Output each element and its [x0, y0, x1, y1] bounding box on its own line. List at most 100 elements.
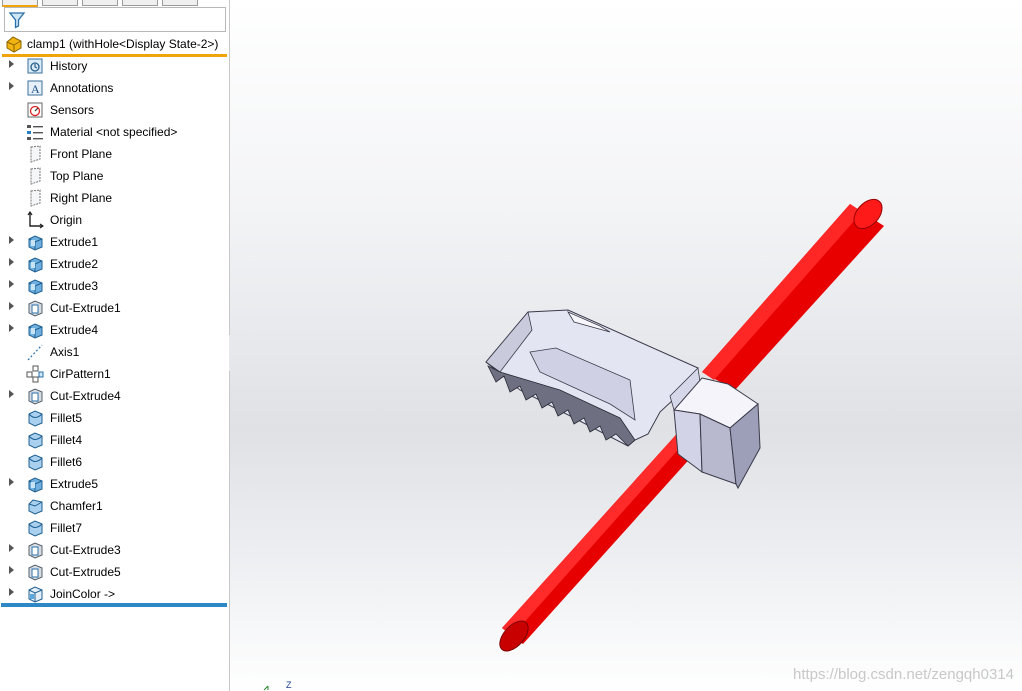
- model-view: [485, 198, 884, 652]
- axis-icon: [27, 344, 43, 361]
- rod-lower: [499, 427, 703, 652]
- sensors-icon: [27, 102, 43, 118]
- cut-extrude-icon: [28, 564, 43, 581]
- feature-manager-tree: clamp1 (withHole<Display State-2>) Histo…: [0, 0, 230, 691]
- plane-icon: [30, 189, 41, 207]
- rod-upper: [702, 198, 884, 390]
- tree-root-part[interactable]: clamp1 (withHole<Display State-2>): [0, 33, 229, 55]
- fillet-icon: [28, 432, 43, 449]
- rollback-bar[interactable]: [1, 603, 227, 607]
- plane-icon: [30, 167, 41, 185]
- tree-item-history[interactable]: History: [0, 55, 229, 77]
- tree-item-label: Axis1: [50, 345, 80, 359]
- origin-icon: [27, 211, 44, 229]
- tree-item-fillet6[interactable]: Fillet6: [0, 451, 229, 473]
- tree-item-cut-extrude5[interactable]: Cut-Extrude5: [0, 561, 229, 583]
- part-icon: [6, 36, 22, 53]
- tree-item-label: Cut-Extrude1: [50, 301, 121, 315]
- tree-item-label: Extrude2: [50, 257, 99, 271]
- tree-item-label: History: [50, 59, 88, 73]
- joincolor-icon: [28, 586, 43, 603]
- tree-item-extrude5[interactable]: Extrude5: [0, 473, 229, 495]
- tree-item-label: Cut-Extrude5: [50, 565, 121, 579]
- tree-item-cut-extrude4[interactable]: Cut-Extrude4: [0, 385, 229, 407]
- tab-display-manager[interactable]: [162, 0, 198, 6]
- filter-icon[interactable]: [8, 11, 26, 29]
- material-icon: [27, 125, 43, 140]
- history-icon: [27, 58, 43, 74]
- tree-item-label: Right Plane: [50, 191, 113, 205]
- expand-arrow-icon[interactable]: [9, 544, 14, 552]
- cut-extrude-icon: [28, 388, 43, 405]
- tree-item-label: Fillet6: [50, 455, 83, 469]
- watermark-text: https://blog.csdn.net/zengqh0314: [792, 666, 1014, 683]
- tab-dimxpert-manager[interactable]: [122, 0, 158, 6]
- tree-item-label: Sensors: [50, 103, 95, 117]
- tree-item-label: Material <not specified>: [50, 125, 178, 139]
- tree-item-label: Fillet4: [50, 433, 83, 447]
- tab-property-manager[interactable]: [42, 0, 78, 6]
- cirpattern-icon: [26, 365, 44, 383]
- extrude-icon: [28, 235, 43, 251]
- tree-item-chamfer1[interactable]: Chamfer1: [0, 495, 229, 517]
- tree-item-label: Cut-Extrude3: [50, 543, 121, 557]
- tree-item-label: CirPattern1: [50, 367, 111, 381]
- graphics-area[interactable]: Z https://blog.csdn.net/zengqh0314: [230, 0, 1022, 691]
- tree-item-label: Chamfer1: [50, 499, 103, 513]
- tree-item-extrude3[interactable]: Extrude3: [0, 275, 229, 297]
- tree-item-label: Extrude4: [50, 323, 99, 337]
- extrude-icon: [28, 323, 43, 339]
- tree-item-extrude2[interactable]: Extrude2: [0, 253, 229, 275]
- tree-item-label: Top Plane: [50, 169, 104, 183]
- tree-item-cut-extrude3[interactable]: Cut-Extrude3: [0, 539, 229, 561]
- tree-item-fillet7[interactable]: Fillet7: [0, 517, 229, 539]
- tree-item-cut-extrude1[interactable]: Cut-Extrude1: [0, 297, 229, 319]
- tree-item-extrude1[interactable]: Extrude1: [0, 231, 229, 253]
- expand-arrow-icon[interactable]: [9, 324, 14, 332]
- tree-item-top-plane[interactable]: Top Plane: [0, 165, 229, 187]
- tree-item-sensors[interactable]: Sensors: [0, 99, 229, 121]
- expand-arrow-icon[interactable]: [9, 280, 14, 288]
- tree-item-label: Fillet7: [50, 521, 83, 535]
- tree-item-right-plane[interactable]: Right Plane: [0, 187, 229, 209]
- expand-arrow-icon[interactable]: [9, 390, 14, 398]
- expand-arrow-icon[interactable]: [9, 302, 14, 310]
- fillet-icon: [28, 520, 43, 537]
- tree-item-origin[interactable]: Origin: [0, 209, 229, 231]
- tree-item-label: Annotations: [50, 81, 114, 95]
- expand-arrow-icon[interactable]: [9, 82, 14, 90]
- tree-item-annotations[interactable]: A Annotations: [0, 77, 229, 99]
- fillet-icon: [28, 454, 43, 471]
- fillet-icon: [28, 410, 43, 427]
- tree-item-front-plane[interactable]: Front Plane: [0, 143, 229, 165]
- tree-item-joincolor[interactable]: JoinColor ->: [0, 583, 229, 605]
- tree-item-label: Extrude3: [50, 279, 99, 293]
- annotations-icon: A: [27, 80, 43, 96]
- manager-tabs: [0, 0, 229, 7]
- cut-extrude-icon: [28, 542, 43, 559]
- tree-item-label: Cut-Extrude4: [50, 389, 121, 403]
- expand-arrow-icon[interactable]: [9, 566, 14, 574]
- tree-item-label: Fillet5: [50, 411, 83, 425]
- tree-item-extrude4[interactable]: Extrude4: [0, 319, 229, 341]
- expand-arrow-icon[interactable]: [9, 258, 14, 266]
- expand-arrow-icon[interactable]: [9, 236, 14, 244]
- tree-item-label: JoinColor ->: [50, 587, 116, 601]
- tree-item-label: Extrude5: [50, 477, 99, 491]
- tab-feature-manager[interactable]: [2, 0, 38, 7]
- tree-item-label: Extrude1: [50, 235, 99, 249]
- tree-item-cirpattern1[interactable]: CirPattern1: [0, 363, 229, 385]
- tree-root-label: clamp1 (withHole<Display State-2>): [27, 37, 219, 51]
- tree-item-fillet4[interactable]: Fillet4: [0, 429, 229, 451]
- tab-configuration-manager[interactable]: [82, 0, 118, 6]
- expand-arrow-icon[interactable]: [9, 588, 14, 596]
- plane-icon: [30, 145, 41, 163]
- tree-item-label: Front Plane: [50, 147, 113, 161]
- tree-filter-input[interactable]: [4, 7, 226, 32]
- tree-item-axis1[interactable]: Axis1: [0, 341, 229, 363]
- tree-item-material-not-specified[interactable]: Material <not specified>: [0, 121, 229, 143]
- expand-arrow-icon[interactable]: [9, 60, 14, 68]
- extrude-icon: [28, 279, 43, 295]
- tree-item-fillet5[interactable]: Fillet5: [0, 407, 229, 429]
- expand-arrow-icon[interactable]: [9, 478, 14, 486]
